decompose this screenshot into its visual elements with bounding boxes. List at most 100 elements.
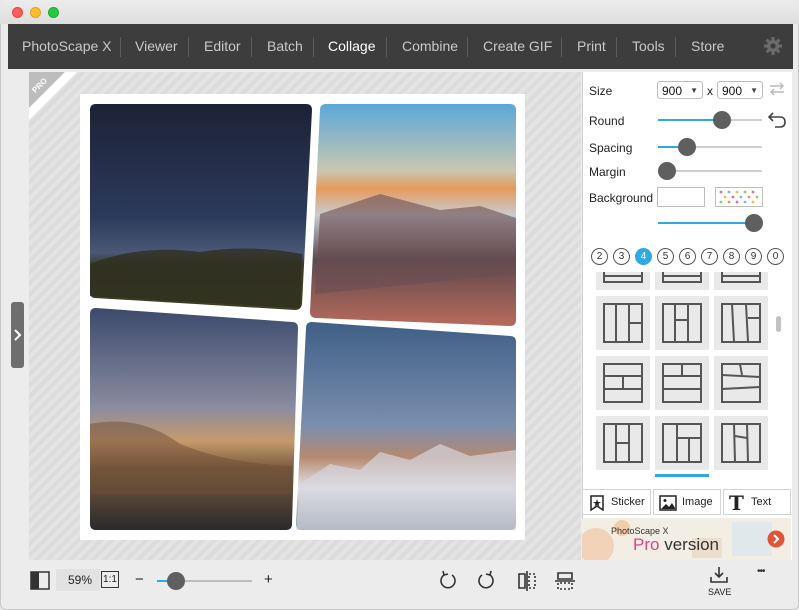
photo-count-9[interactable]: 9 [745, 248, 762, 265]
layout-thumbnail[interactable] [714, 356, 768, 410]
bottom-toolbar [8, 561, 793, 603]
text-button[interactable]: T Text [723, 489, 791, 515]
gear-icon[interactable] [763, 36, 783, 56]
menu-item-store[interactable]: Store [691, 24, 724, 69]
image-button[interactable]: Image [653, 489, 721, 515]
layout-thumbnail[interactable] [655, 356, 709, 410]
photo-count-0[interactable]: 0 [767, 248, 784, 265]
layout-thumbnail[interactable] [714, 416, 768, 470]
minimize-window-button[interactable] [30, 7, 41, 18]
zoom-slider-knob[interactable] [167, 572, 185, 590]
menu-item-print[interactable]: Print [577, 24, 606, 69]
collage-photos [90, 104, 516, 530]
pro-badge [29, 72, 77, 120]
image-label: Image [682, 496, 713, 508]
menu-item-create-gif[interactable]: Create GIF [483, 24, 552, 69]
size-label: Size [589, 84, 613, 98]
menu-item-collage[interactable]: Collage [328, 24, 375, 69]
spacing-label: Spacing [589, 141, 633, 155]
text-label: Text [751, 496, 772, 508]
rotate-left-icon[interactable] [438, 570, 458, 592]
sticker-icon [590, 495, 604, 511]
zoom-in-button[interactable]: + [264, 571, 273, 588]
round-label: Round [589, 114, 625, 128]
menu-divider [561, 37, 562, 57]
zoom-out-button[interactable]: − [135, 571, 144, 588]
layout-thumbnail-selected[interactable] [655, 416, 709, 470]
save-label[interactable]: SAVE [708, 587, 731, 597]
chevron-down-icon: ▼ [690, 86, 698, 95]
menu-item-editor[interactable]: Editor [204, 24, 241, 69]
menu-item-batch[interactable]: Batch [267, 24, 303, 69]
photo-count-2[interactable]: 2 [591, 248, 608, 265]
promo-pro-word: Pro [633, 535, 660, 554]
sticker-label: Sticker [611, 496, 645, 508]
size-separator: x [707, 84, 713, 98]
sticker-button[interactable]: Sticker [582, 489, 651, 515]
background-opacity-knob[interactable] [745, 214, 763, 232]
layout-thumbnail[interactable] [714, 272, 768, 290]
menu-item-viewer[interactable]: Viewer [135, 24, 178, 69]
swap-icon[interactable] [768, 81, 786, 97]
menu-divider [188, 37, 189, 57]
pro-version-banner[interactable]: PhotoScape X Pro version [582, 518, 791, 560]
more-options-button[interactable]: ••• [757, 566, 765, 577]
photo-count-3[interactable]: 3 [613, 248, 630, 265]
rotate-right-icon[interactable] [476, 570, 496, 592]
flip-vertical-icon[interactable] [554, 570, 576, 592]
layout-thumbnail[interactable] [655, 272, 709, 290]
layout-scrollbar[interactable] [776, 316, 781, 332]
margin-slider-knob[interactable] [658, 162, 676, 180]
photo-count-4[interactable]: 4 [635, 248, 652, 265]
zoom-value: 59% [68, 573, 93, 587]
chevron-right-circle-icon[interactable] [767, 530, 785, 548]
photo-count-8[interactable]: 8 [723, 248, 740, 265]
title-bar [0, 0, 799, 24]
promo-version-word: version [664, 535, 720, 554]
background-label: Background [589, 191, 654, 205]
chevron-right-icon [14, 329, 22, 341]
width-select[interactable]: 900 ▼ [657, 81, 703, 99]
promo-subtitle: Pro version [633, 535, 719, 555]
layout-thumbnail[interactable] [596, 272, 650, 290]
undo-icon[interactable] [767, 111, 787, 129]
background-opacity-fill [658, 222, 754, 224]
layout-thumbnail[interactable] [596, 416, 650, 470]
menu-divider [386, 37, 387, 57]
menu-divider [616, 37, 617, 57]
menu-divider [467, 37, 468, 57]
width-value: 900 [662, 84, 683, 98]
toggle-panel-icon[interactable] [30, 571, 50, 590]
menu-item-photoscape-x[interactable]: PhotoScape X [22, 24, 112, 69]
height-select[interactable]: 900 ▼ [717, 81, 763, 99]
close-window-button[interactable] [12, 7, 23, 18]
photo-sunset-clouds[interactable] [90, 308, 298, 530]
layout-thumbnail[interactable] [596, 356, 650, 410]
margin-label: Margin [589, 165, 626, 179]
selected-layout-indicator [655, 474, 709, 477]
flip-horizontal-icon[interactable] [516, 570, 538, 592]
background-pattern-swatch[interactable] [715, 187, 763, 207]
menu-divider [675, 37, 676, 57]
layout-grid [592, 272, 774, 478]
menu-divider [251, 37, 252, 57]
spacing-slider-knob[interactable] [678, 138, 697, 156]
actual-size-button[interactable]: 1:1 [101, 571, 119, 588]
photo-count-5[interactable]: 5 [657, 248, 674, 265]
menu-item-combine[interactable]: Combine [402, 24, 458, 69]
photo-count-6[interactable]: 6 [679, 248, 696, 265]
layout-thumbnail[interactable] [714, 296, 768, 350]
background-color-swatch[interactable] [657, 187, 705, 207]
menu-item-tools[interactable]: Tools [632, 24, 665, 69]
layout-thumbnail[interactable] [596, 296, 650, 350]
zoom-window-button[interactable] [48, 7, 59, 18]
height-value: 900 [722, 84, 743, 98]
collage-preview[interactable] [80, 94, 525, 540]
app-window: PhotoScape X Viewer Editor Batch Collage… [0, 0, 799, 610]
layout-thumbnail[interactable] [655, 296, 709, 350]
menu-divider [313, 37, 314, 57]
expand-sidebar-button[interactable] [11, 302, 24, 368]
save-icon[interactable] [709, 566, 729, 584]
photo-count-7[interactable]: 7 [701, 248, 718, 265]
chevron-down-icon: ▼ [750, 86, 758, 95]
